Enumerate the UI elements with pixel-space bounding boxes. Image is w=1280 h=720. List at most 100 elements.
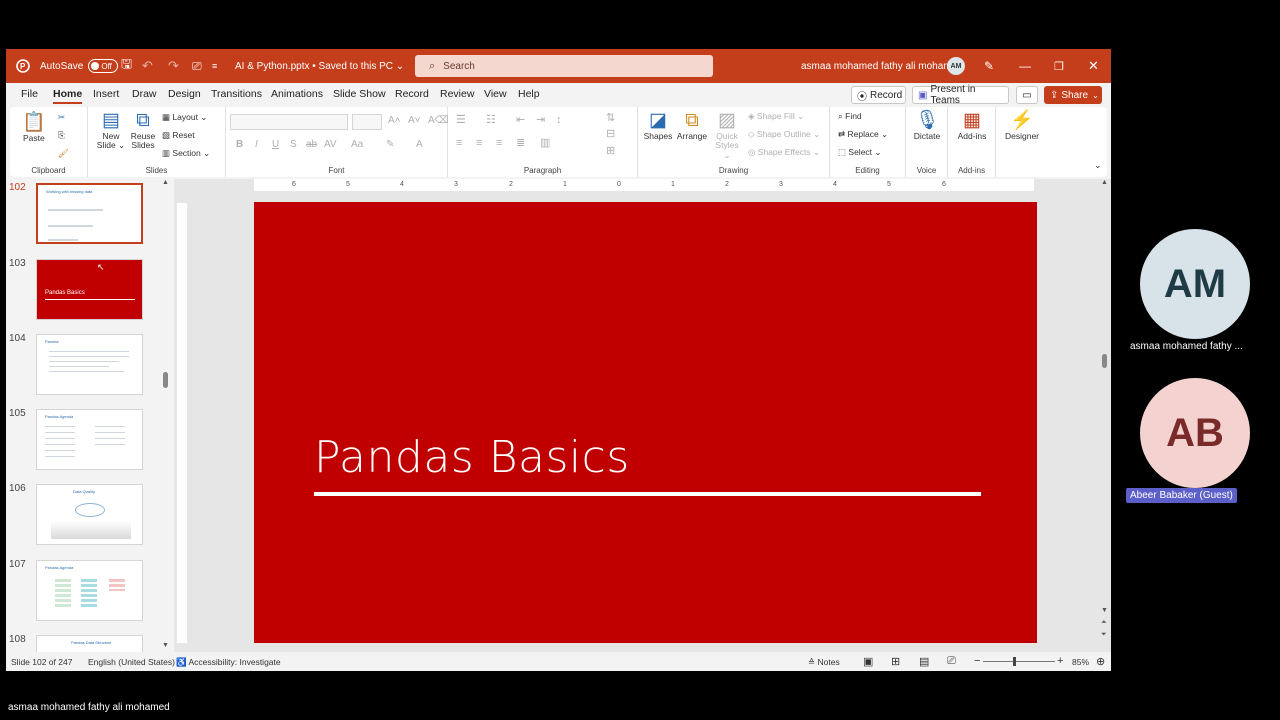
- shapes-button[interactable]: ◪ Shapes: [642, 110, 674, 141]
- tab-transitions[interactable]: Transitions: [211, 88, 262, 100]
- save-icon[interactable]: 🖫: [121, 49, 132, 83]
- bullets-icon[interactable]: ☰: [456, 114, 466, 126]
- tab-design[interactable]: Design: [168, 88, 201, 100]
- slide-thumbnail-105[interactable]: Pandas Agenda: [36, 409, 143, 470]
- zoom-level[interactable]: 85%: [1072, 657, 1089, 667]
- redo-icon[interactable]: ↷: [168, 49, 179, 83]
- normal-view-icon[interactable]: ▣: [863, 655, 873, 668]
- character-spacing-icon[interactable]: AV: [324, 139, 337, 150]
- decrease-font-icon[interactable]: A˅: [408, 115, 421, 126]
- tab-draw[interactable]: Draw: [132, 88, 157, 100]
- notes-button[interactable]: ≙ Notes: [808, 657, 840, 668]
- section-button[interactable]: ▥ Section ⌄: [162, 148, 210, 158]
- collapse-ribbon-icon[interactable]: ⌄: [1094, 160, 1102, 171]
- slide-thumbnail-104[interactable]: Pandas: [36, 334, 143, 395]
- undo-icon[interactable]: ↶: [142, 49, 153, 83]
- designer-button[interactable]: ⚡ Designer: [1002, 110, 1042, 141]
- slide-sorter-icon[interactable]: ⊞: [891, 655, 900, 668]
- decrease-indent-icon[interactable]: ⇤: [516, 114, 525, 126]
- tab-review[interactable]: Review: [440, 88, 474, 100]
- editor-scrollbar[interactable]: ▲ ▼ ⏶ ⏷: [1098, 179, 1111, 652]
- font-name-dropdown[interactable]: [230, 114, 348, 130]
- new-slide-button[interactable]: ▤ New Slide ⌄: [96, 110, 126, 151]
- line-spacing-icon[interactable]: ↕: [556, 114, 562, 126]
- editor-scroll-thumb[interactable]: [1102, 354, 1107, 368]
- font-size-dropdown[interactable]: [352, 114, 382, 130]
- align-text-icon[interactable]: ⊟: [606, 128, 615, 140]
- align-left-icon[interactable]: ≡: [456, 137, 462, 149]
- next-slide-icon[interactable]: ⏷: [1101, 631, 1107, 639]
- autosave-switch[interactable]: Off: [88, 59, 119, 73]
- align-right-icon[interactable]: ≡: [496, 137, 502, 149]
- current-slide[interactable]: Pandas Basics: [254, 202, 1037, 643]
- increase-indent-icon[interactable]: ⇥: [536, 114, 545, 126]
- scroll-up-icon[interactable]: ▲: [162, 179, 169, 186]
- slide-thumbnail-103[interactable]: Pandas Basics ↖: [36, 259, 143, 320]
- minimize-icon[interactable]: —: [1019, 49, 1031, 83]
- scroll-up-icon[interactable]: ▲: [1101, 179, 1108, 186]
- shape-fill-button[interactable]: ◈ Shape Fill ⌄: [748, 111, 804, 121]
- columns-icon[interactable]: ▥: [540, 137, 550, 149]
- copy-icon[interactable]: ⎘: [58, 130, 65, 140]
- document-title[interactable]: AI & Python.pptx • Saved to this PC ⌄: [235, 49, 404, 83]
- scroll-down-icon[interactable]: ▼: [1101, 607, 1108, 614]
- zoom-slider-thumb[interactable]: [1013, 657, 1016, 666]
- reset-button[interactable]: ▧ Reset: [162, 130, 195, 140]
- tab-home[interactable]: Home: [53, 88, 83, 104]
- search-box[interactable]: ⌕ Search: [415, 55, 713, 77]
- zoom-in-icon[interactable]: +: [1057, 655, 1063, 667]
- slide-thumbnail-108[interactable]: Pandas Data Structure: [36, 635, 143, 652]
- clear-formatting-icon[interactable]: A⌫: [428, 115, 449, 126]
- slide-thumbnail-107[interactable]: Pandas Agenda: [36, 560, 143, 621]
- slide-title[interactable]: Pandas Basics: [314, 432, 630, 483]
- reuse-slides-button[interactable]: ⧉ Reuse Slides: [128, 110, 158, 151]
- pen-icon[interactable]: ✎: [984, 49, 994, 83]
- shape-effects-button[interactable]: ◎ Shape Effects ⌄: [748, 147, 820, 157]
- slide-thumbnail-106[interactable]: Data Quality: [36, 484, 143, 545]
- numbering-icon[interactable]: ☷: [486, 114, 496, 126]
- strikethrough-icon[interactable]: ab: [306, 139, 317, 150]
- tab-slide-show[interactable]: Slide Show: [333, 88, 386, 100]
- cut-icon[interactable]: ✂: [58, 112, 65, 122]
- record-button[interactable]: ⦿ Record: [851, 86, 906, 104]
- layout-button[interactable]: ▦ Layout ⌄: [162, 112, 207, 122]
- smartart-icon[interactable]: ⊞: [606, 145, 615, 157]
- thumbnail-scroll-thumb[interactable]: [163, 372, 168, 388]
- dictate-button[interactable]: 🎙 Dictate: [910, 110, 944, 141]
- close-icon[interactable]: ✕: [1088, 49, 1099, 83]
- fit-to-window-icon[interactable]: ⊕: [1096, 655, 1105, 668]
- tab-file[interactable]: File: [21, 88, 38, 100]
- customize-toolbar-icon[interactable]: ≡: [212, 49, 217, 83]
- autosave-toggle[interactable]: AutoSave Off: [40, 49, 119, 83]
- italic-icon[interactable]: I: [255, 139, 258, 150]
- comments-button[interactable]: ▭: [1016, 86, 1038, 104]
- accessibility-button[interactable]: ♿ Accessibility: Investigate: [176, 657, 281, 668]
- slide-show-icon[interactable]: ⎚: [947, 655, 956, 668]
- reading-view-icon[interactable]: ▤: [919, 655, 929, 668]
- tab-animations[interactable]: Animations: [271, 88, 323, 100]
- text-direction-icon[interactable]: ⇅: [606, 112, 615, 124]
- language-indicator[interactable]: English (United States): [88, 657, 175, 667]
- previous-slide-icon[interactable]: ⏶: [1101, 619, 1107, 627]
- present-in-teams-button[interactable]: ▣ Present in Teams: [912, 84, 1009, 106]
- present-from-beginning-icon[interactable]: ⎚: [192, 49, 202, 83]
- increase-font-icon[interactable]: A˄: [388, 115, 401, 126]
- tab-record[interactable]: Record: [395, 88, 429, 100]
- align-center-icon[interactable]: ≡: [476, 137, 482, 149]
- share-button[interactable]: ⇪ Share ⌄: [1044, 86, 1102, 104]
- tab-view[interactable]: View: [484, 88, 507, 100]
- select-button[interactable]: ⬚ Select ⌄: [838, 147, 882, 157]
- paste-button[interactable]: 📋 Paste: [22, 112, 46, 143]
- slide-thumbnail-102[interactable]: Working with missing data: [36, 183, 143, 244]
- addins-button[interactable]: ▦ Add-ins: [954, 110, 990, 141]
- bold-icon[interactable]: B: [236, 139, 243, 150]
- tab-insert[interactable]: Insert: [93, 88, 119, 100]
- quick-styles-button[interactable]: ▨ Quick Styles ⌄: [712, 110, 742, 160]
- account-name[interactable]: asmaa mohamed fathy ali mohamed: [801, 49, 963, 83]
- account-avatar[interactable]: AM: [947, 57, 965, 75]
- zoom-out-icon[interactable]: −: [974, 655, 980, 667]
- scroll-down-icon[interactable]: ▼: [162, 642, 169, 649]
- shape-outline-button[interactable]: ◇ Shape Outline ⌄: [748, 129, 820, 139]
- change-case-icon[interactable]: Aa: [351, 139, 363, 150]
- thumbnail-scrollbar[interactable]: ▲ ▼: [161, 179, 170, 652]
